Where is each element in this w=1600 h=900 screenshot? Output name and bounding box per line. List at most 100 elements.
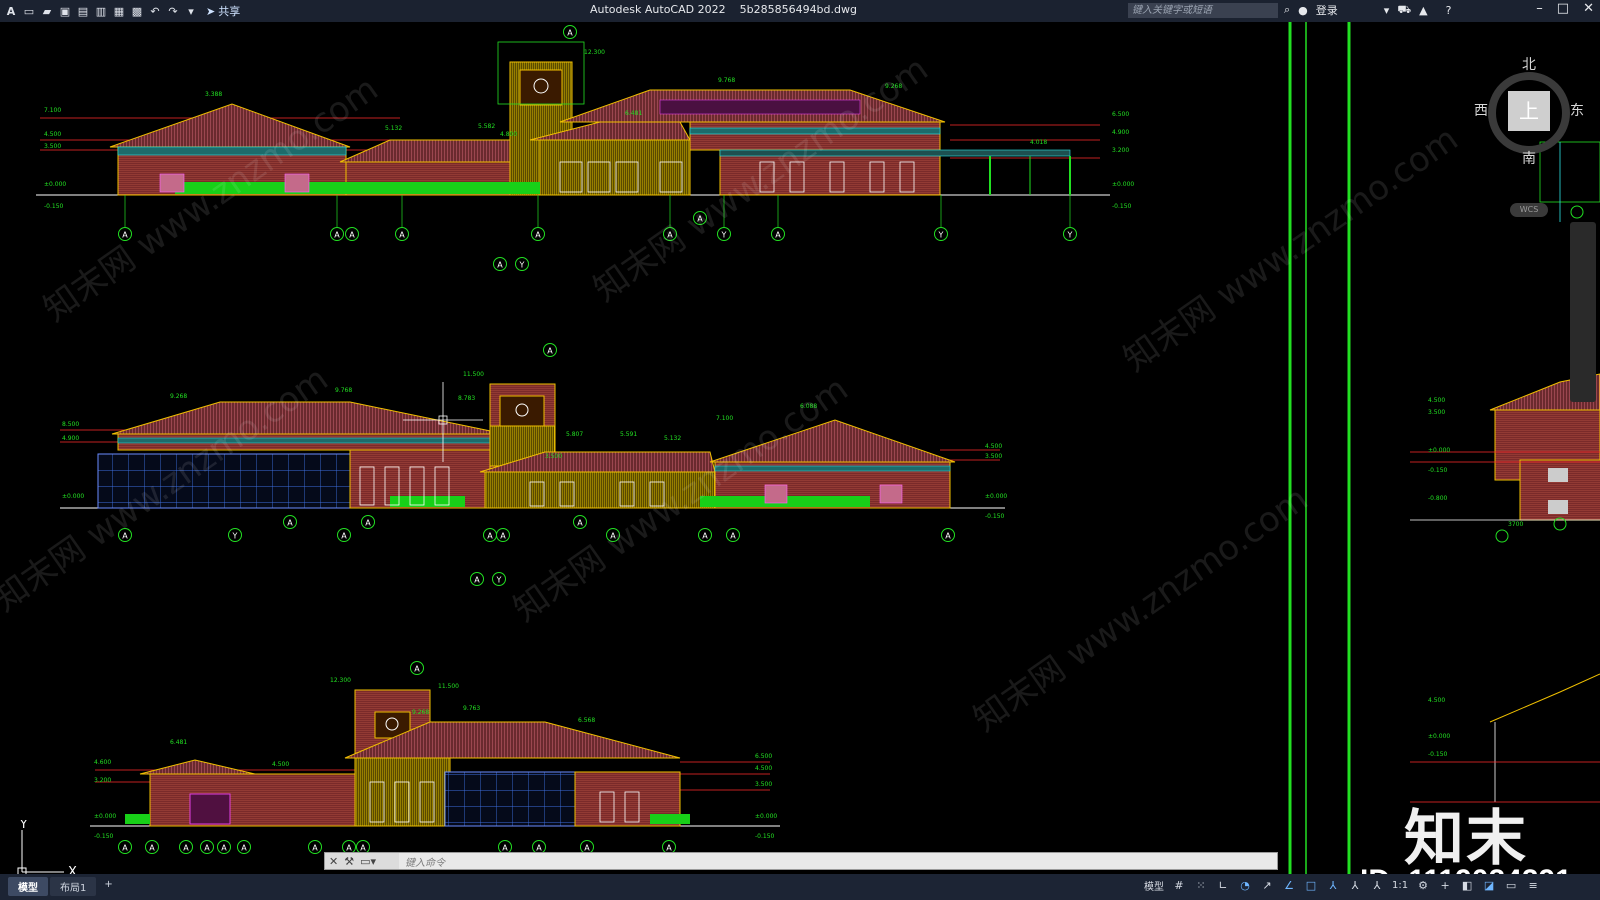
height-e1-4: 12.300 — [584, 49, 605, 56]
new-file-icon[interactable]: ▭ — [22, 4, 36, 18]
open-folder-icon[interactable]: ▰ — [40, 4, 54, 18]
save-icon[interactable]: ▣ — [58, 4, 72, 18]
level-e2-left-2: ±0.000 — [62, 493, 84, 500]
object-snap-icon[interactable]: □ — [1304, 879, 1318, 893]
axis-e1-4-label: A — [535, 231, 541, 240]
level-e3-right-1: 4.500 — [755, 765, 772, 772]
command-input[interactable]: 键入命令 — [399, 854, 445, 869]
share-label: 共享 — [218, 5, 241, 18]
level-e1-right-2: 3.200 — [1112, 147, 1129, 154]
compass-south[interactable]: 南 — [1522, 148, 1536, 168]
snap-icon[interactable]: ⁙ — [1194, 879, 1208, 893]
model-space-canvas[interactable]: AAAAAAYAYYAYAA 7.100 4.500 3.500 ±0.000 -0.1… — [0, 22, 1600, 874]
quick-access-toolbar: A ▭ ▰ ▣ ▤ ▥ ▦ ▩ ↶ ↷ ▾ ➤ 共享 — [0, 3, 240, 19]
compass-east[interactable]: 东 — [1570, 100, 1584, 120]
height-e2-6: 5.132 — [664, 435, 681, 442]
status-toggles: 模型 # ⁙ ∟ ◔ ↗ ∠ □ ⅄ ⅄ ⅄ 1:1 ⚙ + ◧ ◪ ▭ ≡ — [1144, 878, 1540, 893]
axis-e1-top-label: A — [567, 29, 573, 38]
object-snap-tracking-icon[interactable]: ∠ — [1282, 879, 1296, 893]
viewcube-top-face[interactable]: 上 — [1508, 91, 1550, 131]
command-prompt-icon[interactable]: ▭▾ — [360, 855, 376, 868]
height-e3-3: 9.268 — [412, 709, 429, 716]
level-e2-left-0: 8.500 — [62, 421, 79, 428]
title-right-tools: ⌕ ● 登录 ▾ ⛟ ▲ ? — [1284, 2, 1451, 18]
plot-icon[interactable]: ▦ — [112, 4, 126, 18]
hardware-acceleration-icon[interactable]: ◪ — [1482, 879, 1496, 893]
customize-dropdown-icon[interactable]: ▾ — [184, 4, 198, 18]
window-title: Autodesk AutoCAD 2022 5b285856494bd.dwg — [590, 3, 857, 16]
open-web-icon[interactable]: ▥ — [94, 4, 108, 18]
axis-e2-a-label: A — [287, 519, 293, 528]
height-e2-1: 9.768 — [335, 387, 352, 394]
tab-model[interactable]: 模型 — [8, 877, 48, 896]
title-axis-e2-1-label: Y — [496, 576, 502, 585]
file-name: 5b285856494bd.dwg — [739, 3, 857, 16]
add-icon[interactable]: + — [1438, 879, 1452, 893]
height-e2-0: 9.268 — [170, 393, 187, 400]
model-space-toggle[interactable]: 模型 — [1144, 878, 1164, 893]
compass-north[interactable]: 北 — [1522, 54, 1536, 74]
help-icon[interactable]: ? — [1446, 4, 1452, 17]
add-layout-button[interactable]: + — [98, 877, 118, 896]
title-axis-e1-0-label: A — [497, 261, 503, 270]
axis-e2-0-label: A — [122, 532, 128, 541]
height-e3-4: 6.481 — [170, 739, 187, 746]
polar-tracking-icon[interactable]: ◔ — [1238, 879, 1252, 893]
height-e1-5: 6.481 — [625, 110, 642, 117]
minimize-icon[interactable]: – — [1536, 1, 1543, 16]
auto-scale-icon[interactable]: ⅄ — [1348, 879, 1362, 893]
axis-e3-5-label: A — [241, 844, 247, 853]
customize-wrench-icon[interactable]: ⚒ — [344, 855, 354, 868]
help-search-input[interactable]: 键入关键字或短语 — [1128, 3, 1278, 18]
customization-menu-icon[interactable]: ≡ — [1526, 879, 1540, 893]
layout-tabs: 模型 布局1 + — [8, 877, 119, 896]
tab-layout1[interactable]: 布局1 — [50, 877, 97, 896]
autocad-logo-icon[interactable]: A — [4, 4, 18, 18]
close-icon[interactable]: ✕ — [1583, 1, 1594, 16]
clean-screen-icon[interactable]: ▭ — [1504, 879, 1518, 893]
ucs-x-label: X — [68, 865, 77, 874]
cart-icon[interactable]: ⛟ — [1397, 3, 1411, 18]
isolate-objects-icon[interactable]: ◧ — [1460, 879, 1474, 893]
annotation-visibility-icon[interactable]: ⅄ — [1326, 879, 1340, 893]
level-e2-right-1: 3.500 — [985, 453, 1002, 460]
compass-west[interactable]: 西 — [1474, 100, 1488, 120]
autodesk-app-icon[interactable]: ▲ — [1419, 4, 1427, 17]
user-icon[interactable]: ● — [1298, 4, 1308, 17]
ortho-icon[interactable]: ∟ — [1216, 879, 1230, 893]
share-button[interactable]: ➤ 共享 — [206, 3, 240, 19]
isodraft-icon[interactable]: ↗ — [1260, 879, 1274, 893]
drawing-svg: A A A A A A Y A Y YA YAA 7.1004.5003.500±0.000-0.1… — [36, 22, 1600, 874]
viewcube[interactable]: 上 北 南 西 东 WCS — [1474, 57, 1588, 217]
annotation-scale-icon[interactable]: ⅄ — [1370, 879, 1384, 893]
grid-icon[interactable]: # — [1172, 879, 1186, 893]
close-command-icon[interactable]: ✕ — [329, 855, 338, 868]
login-label[interactable]: 登录 — [1316, 2, 1338, 18]
axis-e1-6-label: Y — [721, 231, 727, 240]
axis-e1-0-label: A — [122, 231, 128, 240]
save-as-icon[interactable]: ▤ — [76, 4, 90, 18]
workspace-gear-icon[interactable]: ⚙ — [1416, 879, 1430, 893]
print-icon[interactable]: ▩ — [130, 4, 144, 18]
maximize-icon[interactable]: □ — [1557, 1, 1569, 16]
drawing-id: ID: 1119024291 — [1360, 864, 1572, 874]
height-e2-5: 5.591 — [620, 431, 637, 438]
level-e1-left-3: ±0.000 — [44, 181, 66, 188]
axis-e1-3-label: A — [399, 231, 405, 240]
redo-icon[interactable]: ↷ — [166, 4, 180, 18]
wcs-menu[interactable]: WCS — [1510, 203, 1548, 217]
level-e3-left-2: ±0.000 — [94, 813, 116, 820]
axis-e3-1-label: A — [149, 844, 155, 853]
height-e1-2: 5.582 — [478, 123, 495, 130]
command-line[interactable]: ✕ ⚒ ▭▾ 键入命令 — [324, 852, 1278, 870]
axis-e3-6-label: A — [312, 844, 318, 853]
height-e2-9: 3.500 — [545, 453, 562, 460]
undo-icon[interactable]: ↶ — [148, 4, 162, 18]
level-e1-left-4: -0.150 — [44, 203, 64, 210]
search-icon[interactable]: ⌕ — [1284, 3, 1290, 17]
axis-e1-8-label: Y — [938, 231, 944, 240]
dropdown-icon[interactable]: ▾ — [1384, 4, 1390, 17]
navigation-bar[interactable] — [1570, 222, 1596, 402]
scale-readout[interactable]: 1:1 — [1392, 880, 1408, 891]
level-side-1: 3.500 — [1428, 409, 1445, 416]
